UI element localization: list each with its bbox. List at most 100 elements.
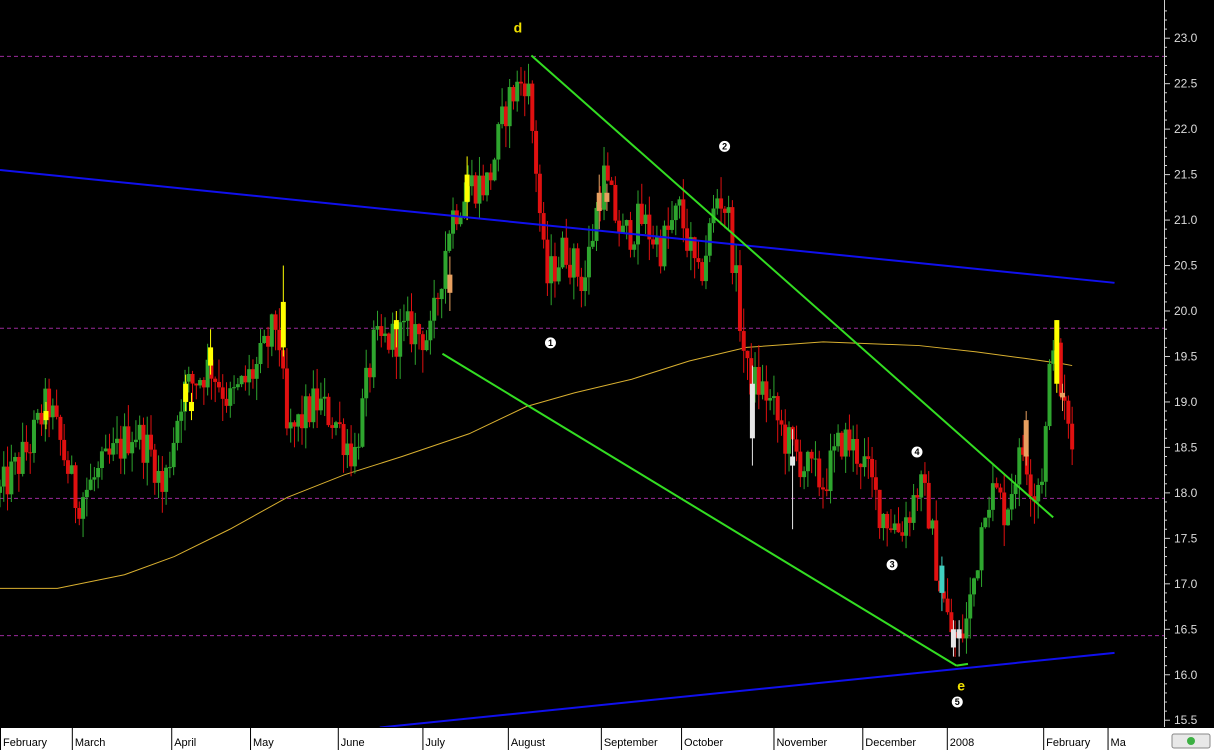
x-axis: February March April May June July August Septe…: [0, 727, 1214, 750]
x-tick-label: June: [341, 737, 365, 749]
candle-body: [900, 532, 905, 536]
candle-body: [201, 380, 206, 388]
candle-body: [258, 342, 263, 365]
candle-body: [756, 366, 761, 395]
y-tick-label: 21.0: [1174, 213, 1198, 227]
candle-body: [590, 240, 595, 247]
candle-body: [794, 439, 799, 452]
candle-body: [552, 256, 557, 282]
chart-container: d e 1 2 3 4 5 23.0 22.5 22.0 21.5 21.0 20.5 20.0 19.5…: [0, 0, 1214, 750]
candle-body: [783, 424, 788, 454]
candle-body: [273, 314, 278, 330]
candle-body: [775, 396, 780, 421]
candle-body: [949, 612, 954, 633]
candle-body: [771, 396, 776, 399]
candle-body: [518, 81, 523, 84]
candle-body: [987, 509, 992, 518]
candle-body: [54, 405, 59, 417]
candle-body: [118, 438, 123, 459]
candle-body: [602, 165, 607, 210]
candle-body: [220, 387, 225, 399]
candle-body: [364, 367, 369, 399]
candle-body: [734, 265, 739, 273]
candle-body: [337, 422, 342, 425]
candle-body: [31, 419, 36, 453]
candle-body: [149, 434, 154, 450]
candle-body: [1070, 423, 1075, 450]
candle-body: [88, 479, 93, 490]
x-tick-label: August: [511, 737, 545, 749]
candle-body: [832, 446, 837, 451]
candle-body: [1023, 420, 1029, 457]
candle-body: [424, 340, 429, 351]
candle-body: [915, 495, 920, 498]
candle-body: [1039, 481, 1044, 485]
candle-body: [643, 214, 648, 225]
candle-body: [979, 527, 984, 571]
candle-body: [866, 456, 871, 459]
candle-body: [224, 398, 229, 406]
candle-body: [20, 441, 25, 474]
candle-body: [896, 523, 901, 533]
candle-body: [383, 333, 388, 336]
candle-body: [130, 442, 135, 454]
candle-body: [583, 277, 588, 292]
candle-body: [341, 424, 346, 456]
candle-body: [666, 225, 671, 230]
candle-body: [262, 335, 267, 343]
candle-body: [870, 458, 875, 478]
candle-body: [137, 424, 142, 440]
candle-body: [447, 274, 453, 293]
candle: [707, 218, 712, 263]
candle-body: [477, 175, 482, 204]
candle-body: [715, 198, 720, 209]
candle-body: [198, 380, 203, 386]
candle-body: [956, 629, 962, 639]
candle-body: [322, 396, 327, 399]
candle-body: [58, 416, 63, 440]
candle-body: [235, 384, 240, 388]
candle-body: [696, 258, 701, 263]
candle-body: [0, 486, 2, 493]
candle: [839, 430, 844, 460]
candle-body: [575, 248, 580, 277]
candle-body: [907, 517, 912, 523]
candle-body: [968, 594, 973, 619]
candle-body: [1028, 474, 1033, 497]
candle-body: [9, 461, 14, 495]
candle-body: [345, 443, 350, 456]
candle-body: [292, 422, 297, 427]
y-tick-label: 16.0: [1174, 668, 1198, 682]
candle-body: [464, 174, 470, 202]
wave-marker-number: 4: [914, 447, 919, 457]
candle-body: [586, 246, 591, 278]
wave-marker-1: 1: [543, 336, 557, 350]
candle-body: [311, 388, 316, 423]
x-tick-label: July: [425, 737, 445, 749]
candle: [1047, 359, 1052, 431]
x-tick-label: April: [174, 737, 196, 749]
highlight-candle: [1054, 320, 1060, 393]
status-icon-dot: [1187, 737, 1195, 745]
candle-body: [352, 446, 357, 467]
candle-body: [81, 497, 86, 519]
y-tick-label: 19.0: [1174, 395, 1198, 409]
candle-body: [662, 225, 667, 267]
candle-body: [681, 199, 686, 229]
candle-body: [92, 477, 97, 480]
candle-body: [1002, 492, 1007, 526]
candle-body: [213, 378, 218, 382]
candle-body: [1024, 454, 1029, 475]
candle-body: [636, 203, 641, 245]
candle-body: [858, 463, 863, 468]
candle-body: [349, 443, 354, 467]
candle-body: [171, 442, 176, 468]
candle-body: [828, 450, 833, 492]
candle: [1005, 507, 1010, 526]
candle-body: [654, 236, 659, 245]
candle-body: [613, 184, 618, 221]
candle-body: [254, 364, 259, 379]
y-tick-label: 20.0: [1174, 304, 1198, 318]
candle-body: [730, 207, 735, 273]
candle-body: [1036, 484, 1041, 502]
